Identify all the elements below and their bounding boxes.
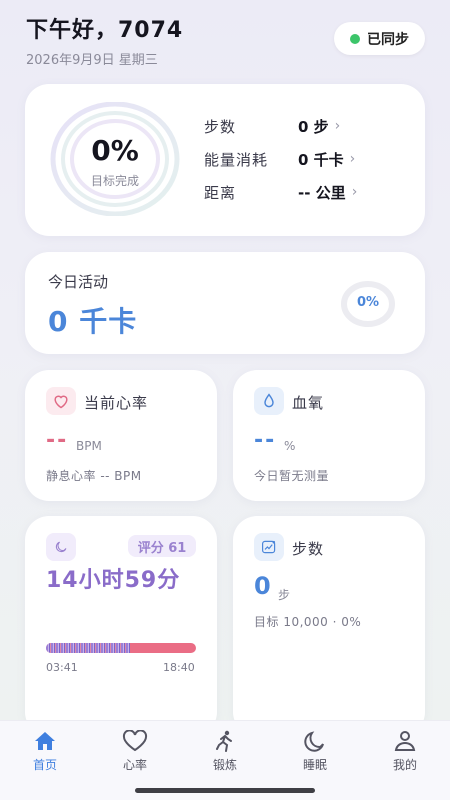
nav-label: 锻炼	[212, 758, 237, 772]
activity-percent: 0%	[356, 295, 380, 310]
nav-label: 心率	[122, 758, 147, 772]
metric-value: -- 公里	[298, 183, 346, 202]
nav-label: 睡眠	[302, 758, 327, 772]
blood-oxygen-note: 今日暂无测量	[254, 469, 330, 483]
nav-item-profile[interactable]: 我的	[370, 730, 440, 773]
nav-item-sleep[interactable]: 睡眠	[280, 730, 350, 773]
nav-label: 首页	[32, 758, 57, 772]
sync-status-button[interactable]: 已同步	[334, 22, 425, 55]
steps-card-value: 0	[254, 572, 271, 600]
metric-value: 0 千卡	[298, 150, 344, 169]
metric-row-distance[interactable]: 距离 -- 公里 ›	[204, 181, 404, 203]
sleep-stage-bar	[46, 643, 196, 653]
metric-row-energy[interactable]: 能量消耗 0 千卡 ›	[204, 148, 404, 170]
goal-percent: 0%	[91, 134, 139, 167]
sync-status-dot	[350, 33, 360, 44]
metric-label: 步数	[204, 117, 237, 136]
sleep-end-time: 18:40	[163, 661, 195, 674]
steps-card-title: 步数	[292, 540, 325, 558]
chevron-right-icon: ›	[334, 118, 341, 134]
chevron-right-icon: ›	[351, 184, 358, 200]
activity-title: 今日活动	[48, 273, 109, 291]
heart-rate-value: --	[46, 428, 69, 453]
nav-item-heart-rate[interactable]: 心率	[100, 730, 170, 773]
goal-label: 目标完成	[90, 174, 139, 188]
sync-status-label: 已同步	[367, 31, 409, 48]
metric-value: 0 步	[298, 117, 329, 136]
chevron-right-icon: ›	[349, 151, 356, 167]
blood-oxygen-title: 血氧	[292, 394, 325, 412]
metric-label: 能量消耗	[204, 150, 269, 169]
trend-chart-icon	[254, 533, 284, 561]
moon-icon	[46, 533, 76, 561]
greeting-title: 下午好，7074	[26, 18, 184, 43]
steps-goal: 目标 10,000 · 0%	[254, 615, 362, 629]
heart-icon	[46, 387, 76, 415]
moon-icon	[304, 731, 324, 752]
steps-card-unit: 步	[278, 588, 291, 602]
metric-row-steps[interactable]: 步数 0 步 ›	[204, 115, 404, 137]
droplet-icon	[254, 387, 284, 415]
nav-item-home[interactable]: 首页	[10, 730, 80, 773]
blood-oxygen-value: --	[254, 428, 277, 453]
activity-calories: 0 千卡	[48, 305, 138, 338]
home-icon	[35, 732, 55, 750]
resting-heart-rate: 静息心率 -- BPM	[46, 469, 142, 483]
sleep-score-badge: 评分 61	[128, 535, 196, 557]
run-icon	[216, 730, 232, 752]
sleep-start-time: 03:41	[46, 661, 78, 674]
metric-label: 距离	[204, 183, 237, 202]
heart-icon	[122, 730, 148, 752]
home-indicator	[135, 788, 315, 793]
person-icon	[394, 731, 416, 751]
heart-rate-title: 当前心率	[84, 394, 149, 412]
sleep-duration: 14小时59分	[46, 568, 181, 593]
heart-rate-unit: BPM	[76, 439, 102, 453]
blood-oxygen-unit: %	[284, 439, 296, 453]
sleep-stage-segments	[46, 643, 130, 653]
current-date: 2026年9月9日 星期三	[26, 53, 158, 68]
nav-label: 我的	[392, 758, 417, 772]
nav-item-workout[interactable]: 锻炼	[190, 730, 260, 773]
